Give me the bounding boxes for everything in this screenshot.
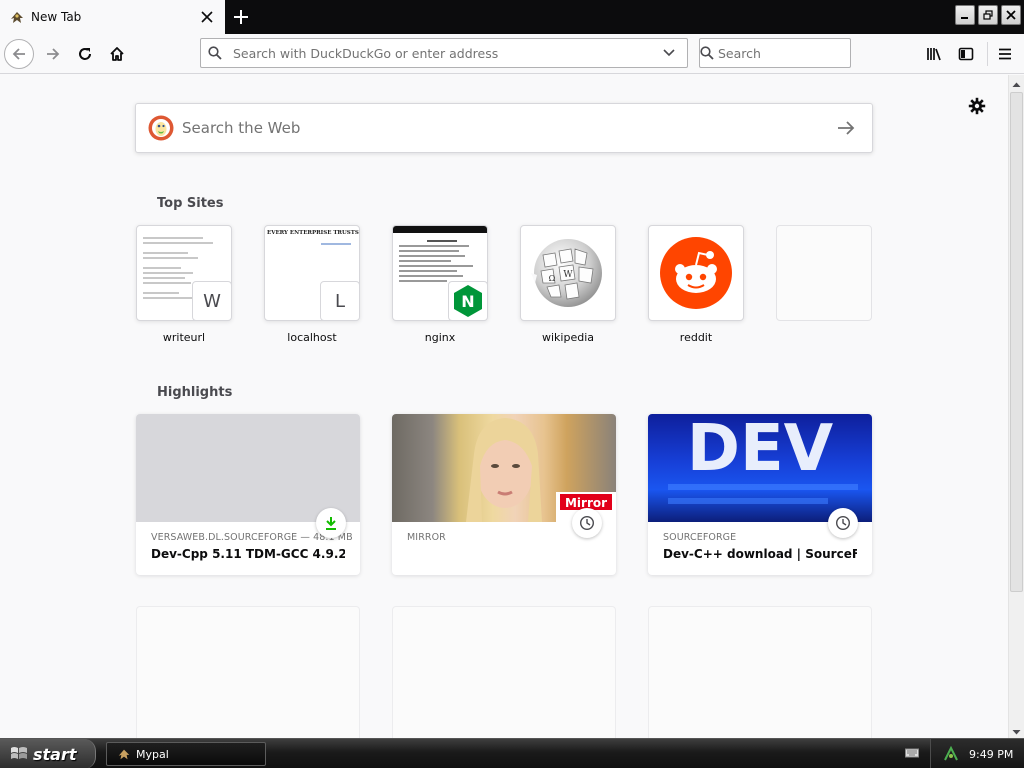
top-site-label: wikipedia [541, 331, 594, 344]
reddit-logo-icon [660, 237, 732, 309]
close-tab-icon[interactable] [195, 5, 219, 29]
back-button[interactable] [4, 39, 34, 69]
highlight-card[interactable]: Mirror MIRROR [392, 414, 616, 575]
scroll-down-arrow-icon[interactable] [1012, 725, 1021, 739]
highlight-placeholder [648, 606, 872, 738]
thumbnail-heading: EVERY ENTERPRISE TRUSTS STABLE ENT [267, 230, 359, 236]
reload-icon [79, 48, 91, 60]
home-button[interactable] [102, 39, 132, 69]
forward-arrow-icon [47, 48, 60, 60]
url-bar[interactable] [200, 38, 688, 68]
history-clock-icon [572, 508, 602, 538]
taskbar-item-mypal[interactable]: Mypal [106, 742, 266, 766]
nginx-logo-letter: N [461, 292, 474, 311]
search-icon [201, 39, 229, 67]
highlight-thumbnail: Mirror [392, 414, 616, 522]
top-site-empty-slot[interactable] [776, 225, 872, 321]
search-bar[interactable] [699, 38, 874, 68]
top-site-thumbnail [648, 225, 744, 321]
top-site-label: nginx [424, 331, 456, 344]
windows-logo-icon [11, 747, 27, 759]
home-icon [110, 47, 124, 61]
chevron-down-icon[interactable] [655, 39, 683, 67]
settings-gear-icon[interactable] [964, 93, 990, 119]
menu-button[interactable] [990, 39, 1020, 69]
highlight-card[interactable]: DEV SOURCEFORGE Dev-C++ download | Sourc… [648, 414, 872, 575]
system-tray: 9:49 PM [930, 739, 1024, 768]
forward-button[interactable] [38, 39, 68, 69]
duckduckgo-logo-icon [148, 115, 174, 141]
site-letter-badge: L [320, 281, 359, 320]
scroll-up-arrow-icon[interactable] [1012, 78, 1021, 92]
highlight-title: Dev-Cpp 5.11 TDM-GCC 4.9.2 Se... [151, 547, 345, 561]
top-site-thumbnail: N [392, 225, 488, 321]
top-sites-heading: Top Sites [157, 196, 224, 211]
svg-text:Ω: Ω [549, 274, 556, 283]
top-site-writeurl[interactable]: W writeurl [136, 225, 232, 344]
start-button[interactable]: start [0, 739, 96, 768]
start-label: start [33, 744, 77, 764]
highlight-source: MIRROR [407, 532, 446, 543]
navigation-toolbar [0, 34, 1024, 74]
highlight-thumbnail [136, 414, 360, 522]
dev-logo-text: DEV [687, 414, 834, 486]
tab-title: New Tab [31, 10, 82, 24]
highlight-placeholder [392, 606, 616, 738]
toolbar-divider [987, 42, 988, 66]
top-site-reddit[interactable]: reddit [648, 225, 744, 344]
top-site-label: localhost [287, 331, 337, 344]
tab-strip: New Tab [0, 0, 1024, 34]
highlight-placeholder [136, 606, 360, 738]
new-tab-button[interactable] [228, 4, 254, 30]
tab-new-tab[interactable]: New Tab [0, 0, 225, 34]
library-button[interactable] [919, 39, 949, 69]
top-site-label: reddit [679, 331, 713, 344]
scrollbar-thumb[interactable] [1010, 92, 1023, 592]
minimize-button[interactable] [955, 5, 975, 25]
download-icon [316, 508, 346, 538]
highlight-thumbnail: DEV [648, 414, 872, 522]
network-tray-icon[interactable] [943, 746, 959, 762]
top-site-wikipedia[interactable]: W Ω wikipedia [520, 225, 616, 344]
wikipedia-globe-icon: W Ω [531, 239, 602, 307]
restore-button[interactable] [978, 5, 998, 25]
top-site-nginx[interactable]: N nginx [392, 225, 488, 344]
vertical-scrollbar[interactable] [1008, 75, 1024, 738]
search-input[interactable] [718, 45, 874, 61]
mypal-favicon-icon [118, 749, 130, 760]
close-window-button[interactable] [1001, 5, 1021, 25]
search-submit-arrow-icon[interactable] [826, 108, 866, 148]
top-site-localhost[interactable]: EVERY ENTERPRISE TRUSTS STABLE ENT L loc… [264, 225, 360, 344]
url-input[interactable] [233, 45, 655, 61]
highlight-source: SOURCEFORGE [663, 532, 737, 543]
back-arrow-icon [12, 48, 25, 60]
top-site-thumbnail: EVERY ENTERPRISE TRUSTS STABLE ENT L [264, 225, 360, 321]
site-letter-badge: W [192, 281, 231, 320]
highlight-card[interactable]: VERSAWEB.DL.SOURCEFORGE — 48.1 MB Dev-Cp… [136, 414, 360, 575]
history-clock-icon [828, 508, 858, 538]
sidebar-button[interactable] [951, 39, 981, 69]
mypal-favicon-icon [9, 9, 25, 25]
svg-text:W: W [563, 270, 573, 280]
highlights-heading: Highlights [157, 385, 233, 400]
top-site-thumbnail: W [136, 225, 232, 321]
search-icon [700, 39, 714, 67]
highlight-source: VERSAWEB.DL.SOURCEFORGE — 48.1 MB [151, 532, 353, 543]
top-site-thumbnail: W Ω [520, 225, 616, 321]
clock: 9:49 PM [969, 747, 1014, 761]
hamburger-menu-icon [999, 48, 1011, 60]
taskbar-item-label: Mypal [136, 747, 169, 761]
highlight-title: Dev-C++ download | SourceFor... [663, 547, 857, 561]
sidebar-icon [958, 47, 974, 61]
windows-taskbar: start Mypal 9:49 PM [0, 738, 1024, 768]
library-icon [927, 48, 941, 61]
top-site-placeholder [776, 225, 872, 321]
nginx-logo-icon: N [448, 281, 487, 320]
keyboard-icon[interactable] [905, 747, 919, 762]
top-site-label: writeurl [162, 331, 206, 344]
reload-button[interactable] [70, 39, 100, 69]
web-search-input[interactable] [182, 119, 826, 137]
new-tab-page: Top Sites W writeurl EVERY ENTERPRISE TR… [0, 75, 1008, 738]
web-search-box[interactable] [135, 103, 873, 153]
